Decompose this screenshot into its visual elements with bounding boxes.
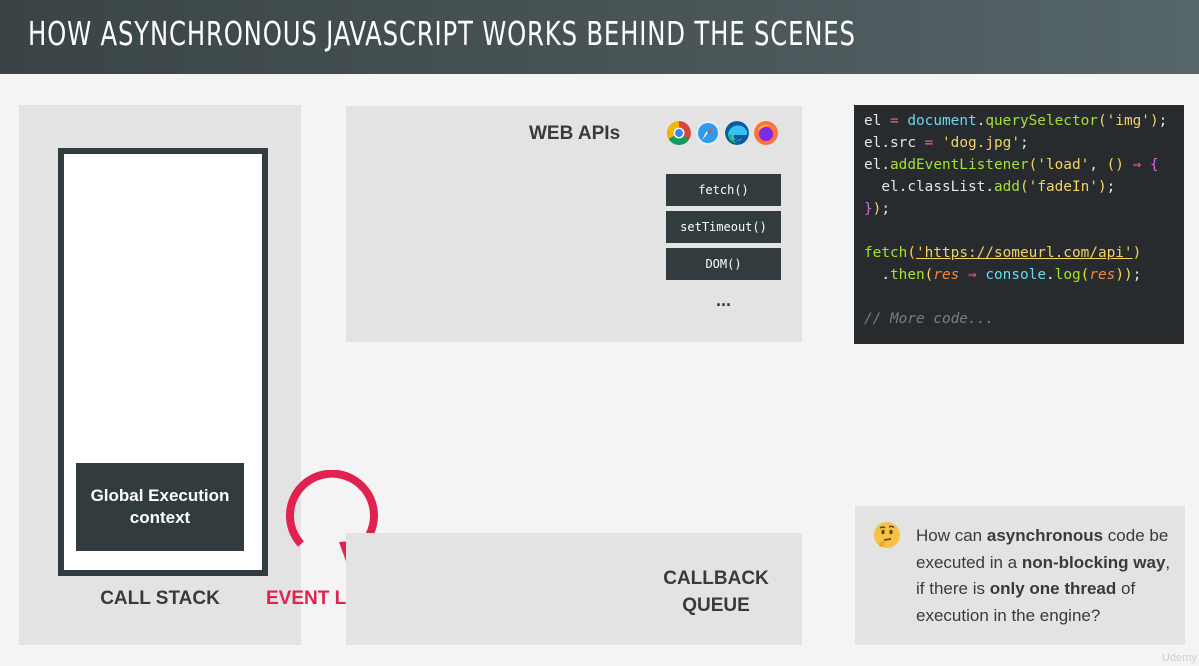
browser-icons bbox=[667, 121, 778, 145]
code-line: el.addEventListener('load', () ⇒ { bbox=[864, 157, 1159, 173]
code-line: el = document.querySelector('img'); bbox=[864, 113, 1168, 129]
firefox-icon bbox=[754, 121, 778, 145]
question-emphasis: only one thread bbox=[989, 579, 1117, 598]
question-emphasis: asynchronous bbox=[986, 526, 1104, 545]
api-fetch: fetch() bbox=[666, 174, 781, 206]
callback-queue-label-line1: CALLBACK bbox=[663, 568, 769, 589]
header-bar: HOW ASYNCHRONOUS JAVASCRIPT WORKS BEHIND… bbox=[0, 0, 1199, 74]
safari-icon bbox=[696, 121, 720, 145]
code-line: .then(res ⇒ console.log(res)); bbox=[881, 267, 1142, 283]
global-execution-context: Global Execution context bbox=[76, 463, 244, 551]
thinking-face-icon bbox=[874, 522, 900, 548]
code-panel: el = document.querySelector('img'); el.sr… bbox=[854, 105, 1184, 344]
code-line: }); bbox=[864, 201, 891, 217]
callback-queue-label: CALLBACK QUEUE bbox=[646, 565, 786, 619]
code-line: el.src = 'dog.jpg'; bbox=[864, 135, 1029, 151]
api-dom: DOM() bbox=[666, 248, 781, 280]
edge-icon bbox=[725, 121, 749, 145]
api-more-ellipsis: ... bbox=[715, 290, 731, 310]
callback-queue-label-line2: QUEUE bbox=[682, 595, 750, 616]
call-stack-label: CALL STACK bbox=[100, 588, 220, 609]
web-apis-title: WEB APIs bbox=[529, 123, 621, 144]
question-part: How can bbox=[916, 526, 987, 545]
api-settimeout: setTimeout() bbox=[666, 211, 781, 243]
page-title: HOW ASYNCHRONOUS JAVASCRIPT WORKS BEHIND… bbox=[28, 14, 856, 53]
code-line: fetch('https://someurl.com/api') bbox=[864, 245, 1142, 261]
code-line: el.classList.add('fadeIn'); bbox=[881, 179, 1116, 195]
watermark: Udemy bbox=[1162, 652, 1197, 664]
question-text: How can asynchronous code be executed in… bbox=[916, 523, 1176, 629]
chrome-icon bbox=[667, 121, 691, 145]
question-emphasis: non-blocking way bbox=[1021, 552, 1166, 572]
code-line: // More code... bbox=[864, 311, 994, 327]
